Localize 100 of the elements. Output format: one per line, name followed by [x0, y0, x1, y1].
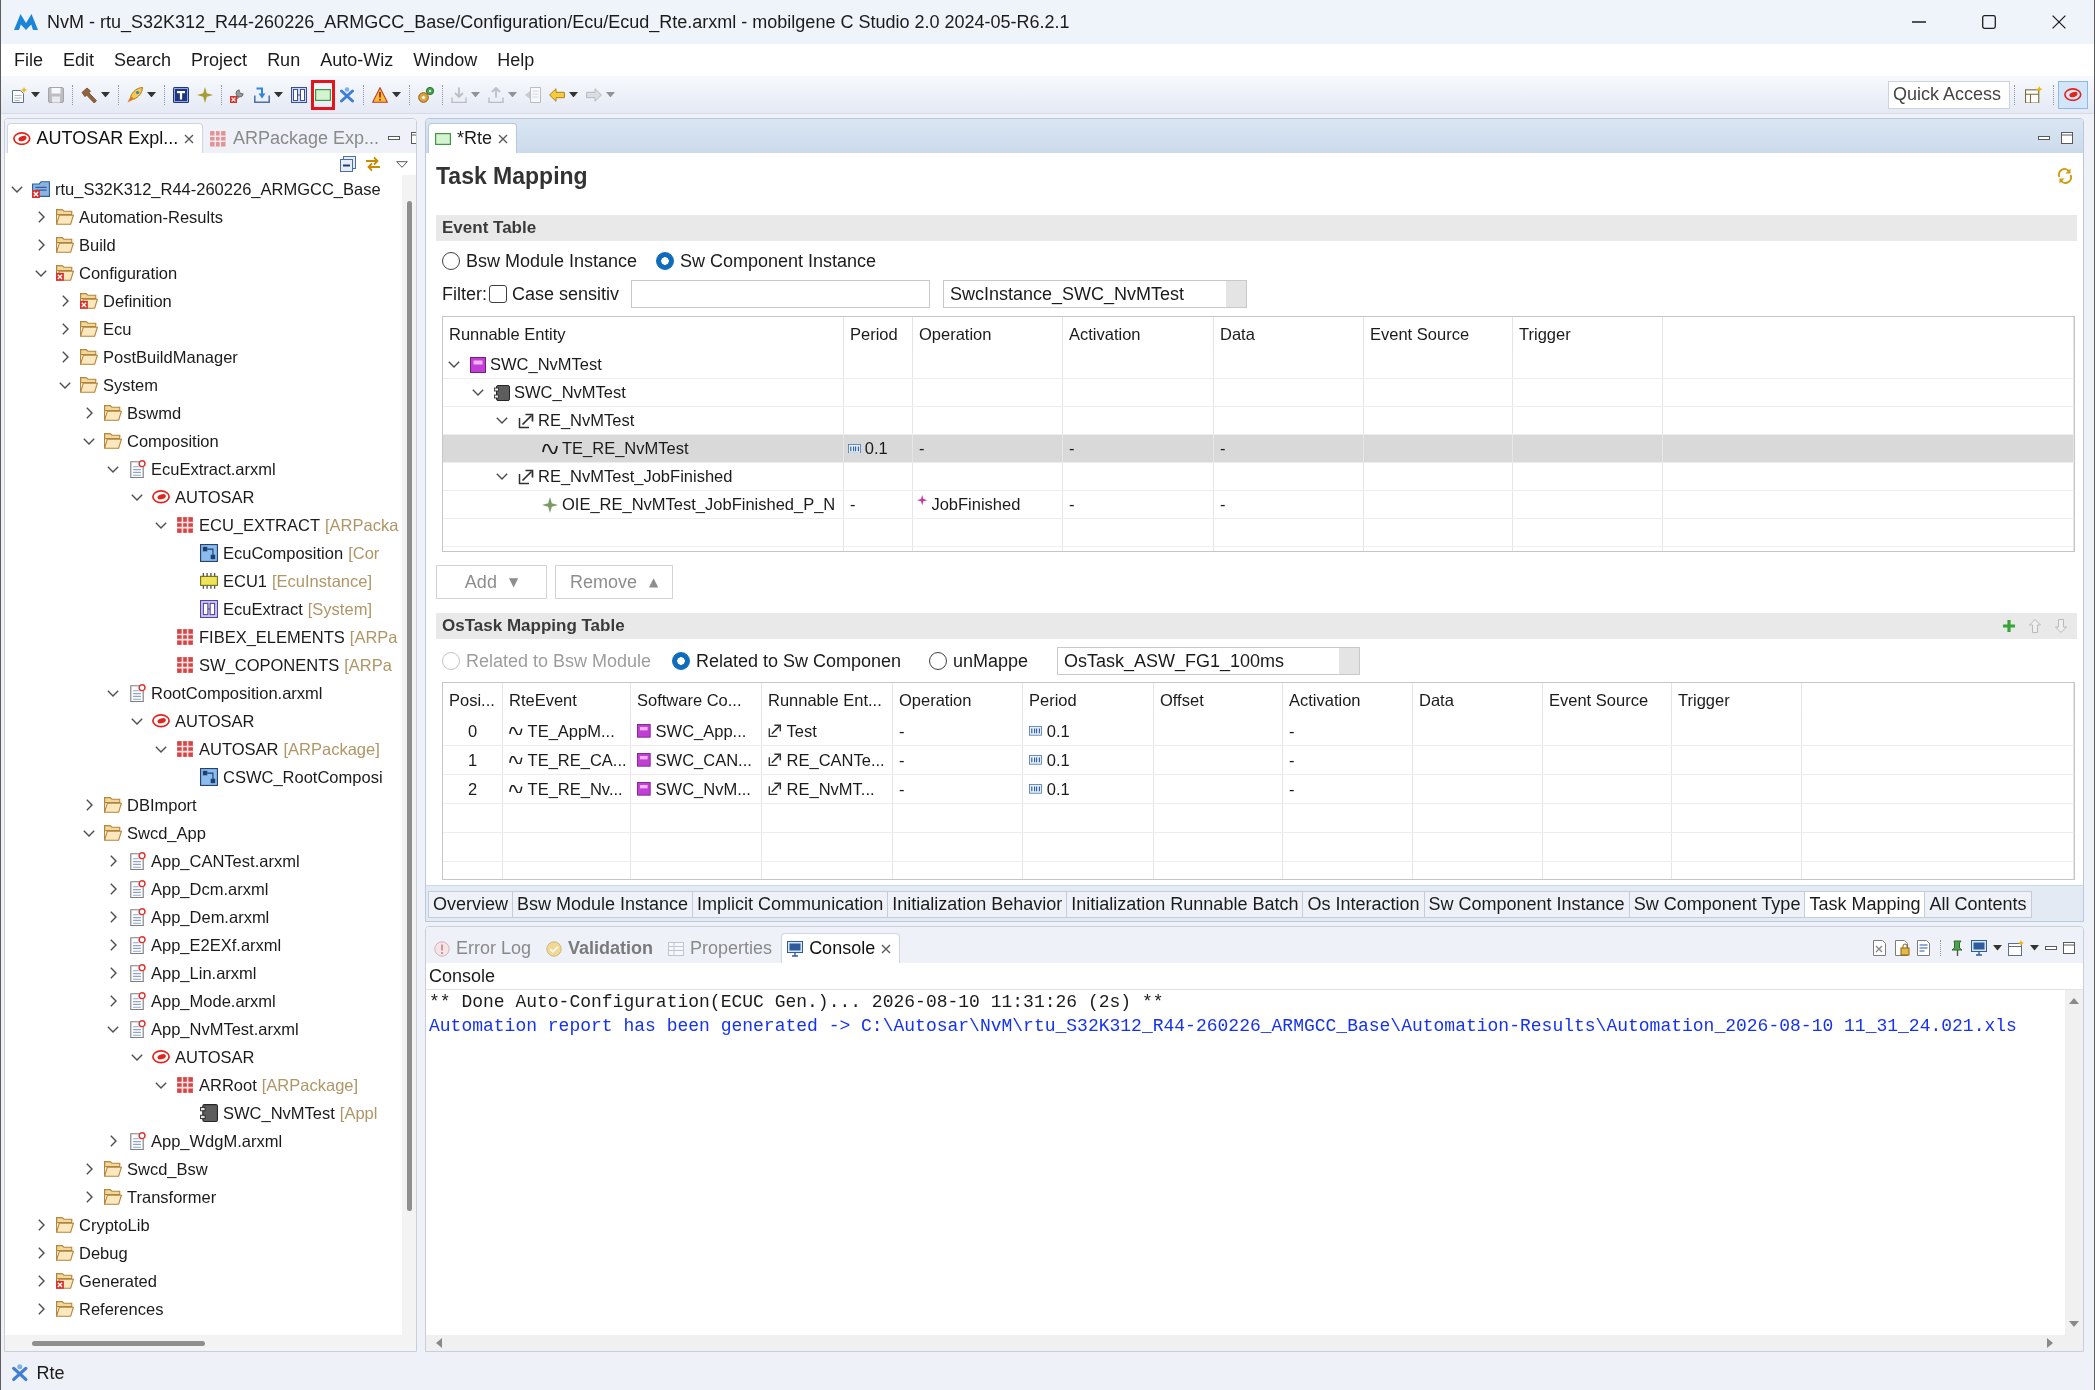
tree-item[interactable]: Ecu [80, 316, 132, 342]
tree-item[interactable]: AUTOSAR [ARPackage] [176, 736, 380, 762]
chevron-right-icon[interactable] [61, 351, 69, 363]
table-row[interactable]: SWC_NvMTest [443, 379, 2074, 407]
tree-item[interactable]: Swcd_App [104, 820, 206, 846]
tree-item[interactable]: App_Dcm.arxml [128, 876, 269, 902]
tree-item[interactable]: SW_COPONENTS [ARPa [176, 652, 392, 678]
page-lines-icon[interactable] [1916, 940, 1932, 956]
pin-icon[interactable] [1949, 940, 1965, 956]
chevron-down-icon[interactable] [83, 437, 95, 445]
chevron-down-icon[interactable] [496, 473, 508, 480]
scrollbar-thumb[interactable] [32, 1340, 205, 1346]
chevron-right-icon[interactable] [109, 939, 117, 951]
tree-item[interactable]: App_Mode.arxml [128, 988, 276, 1014]
tree-item[interactable]: App_WdgM.arxml [128, 1128, 283, 1154]
view-tab[interactable]: AUTOSAR Expl... [7, 123, 204, 153]
tree-item[interactable]: Generated [56, 1268, 157, 1294]
chevron-right-icon[interactable] [37, 211, 45, 223]
page-tab[interactable]: Sw Component Instance [1423, 891, 1630, 918]
chevron-down-icon[interactable] [107, 1025, 119, 1033]
chevron-down-icon[interactable] [131, 493, 143, 501]
chevron-down-icon[interactable] [155, 521, 167, 529]
chevron-right-icon[interactable] [85, 1163, 93, 1175]
scroll-down-icon[interactable] [2069, 1321, 2079, 1327]
minimize-icon[interactable] [2045, 946, 2057, 950]
menu-item[interactable]: Window [403, 46, 488, 74]
page-tab[interactable]: Initialization Behavior [887, 891, 1068, 918]
chevron-down-icon[interactable] [155, 1081, 167, 1089]
chevron-down-icon[interactable] [11, 185, 23, 193]
chevron-right-icon[interactable] [109, 883, 117, 895]
chevron-right-icon[interactable] [85, 1191, 93, 1203]
caret-icon[interactable] [1993, 945, 2002, 951]
chevron-right-icon[interactable] [85, 799, 93, 811]
tree-item[interactable]: ARRoot [ARPackage] [176, 1072, 359, 1098]
tree-item[interactable]: ECU1 [EcuInstance] [200, 568, 372, 594]
tree-item[interactable]: Build [56, 232, 116, 258]
menu-item[interactable]: Run [257, 46, 311, 74]
chevron-right-icon[interactable] [109, 855, 117, 867]
scroll-left-icon[interactable] [436, 1338, 442, 1348]
tree-item[interactable]: Automation-Results [56, 204, 223, 230]
task-combo[interactable]: OsTask_ASW_FG1_100ms [1057, 647, 1360, 675]
chevron-down-icon[interactable] [131, 1053, 143, 1061]
view-tab[interactable]: Console [781, 933, 901, 963]
tree-item[interactable]: App_CANTest.arxml [128, 848, 300, 874]
page-tab[interactable]: Implicit Communication [692, 891, 889, 918]
page-tab[interactable]: Bsw Module Instance [512, 891, 694, 918]
checkbox[interactable] [489, 285, 507, 303]
minimize-icon[interactable] [2038, 136, 2050, 140]
tree-item[interactable]: Composition [104, 428, 219, 454]
close-icon[interactable] [881, 943, 892, 954]
menu-caret-icon[interactable] [396, 160, 408, 168]
view-tab[interactable]: Validation [540, 933, 663, 963]
chevron-right-icon[interactable] [61, 323, 69, 335]
tree-item[interactable]: References [56, 1296, 164, 1322]
table-row[interactable]: OIE_RE_NvMTest_JobFinished_P_N - JobFinished - - [443, 491, 2074, 519]
chevron-down-icon[interactable] [472, 389, 484, 396]
chevron-down-icon[interactable] [107, 465, 119, 473]
chevron-right-icon[interactable] [37, 1275, 45, 1287]
perspective-button[interactable] [2058, 80, 2088, 109]
table-row[interactable]: RE_NvMTest_JobFinished [443, 463, 2074, 491]
scroll-up-icon[interactable] [2069, 998, 2079, 1004]
link-arrows-icon[interactable] [365, 156, 381, 172]
table-row[interactable]: 0 TE_AppM... SWC_App... Test - 0.1 - [443, 717, 2074, 746]
chevron-down-icon[interactable] [155, 745, 167, 753]
table-row[interactable]: TE_RE_NvMTest 0.1 - - - [443, 435, 2074, 463]
chevron-right-icon[interactable] [109, 911, 117, 923]
tree-item[interactable]: FIBEX_ELEMENTS [ARPa [176, 624, 398, 650]
tree-item[interactable]: App_E2EXf.arxml [128, 932, 282, 958]
page-x-icon[interactable] [1872, 940, 1888, 956]
filter-field[interactable] [631, 280, 930, 308]
minimize-icon[interactable] [388, 136, 400, 140]
scrollbar[interactable] [402, 175, 416, 1335]
tree-item[interactable]: App_Lin.arxml [128, 960, 257, 986]
tree-item[interactable]: AUTOSAR [152, 708, 255, 734]
tree-item[interactable]: ECU_EXTRACT [ARPacka [176, 512, 399, 538]
tree-item[interactable]: App_Dem.arxml [128, 904, 270, 930]
tree-item[interactable]: Configuration [56, 260, 178, 286]
page-tab[interactable]: All Contents [1924, 891, 2032, 918]
caret-icon[interactable] [2030, 945, 2039, 951]
page-tab[interactable]: Overview [428, 891, 513, 918]
chevron-right-icon[interactable] [37, 1303, 45, 1315]
menu-item[interactable]: Auto-Wiz [310, 46, 404, 74]
close-icon[interactable] [498, 133, 508, 144]
tree-item[interactable]: Debug [56, 1240, 128, 1266]
tree-item[interactable]: Swcd_Bsw [104, 1156, 208, 1182]
menu-item[interactable]: Edit [53, 46, 105, 74]
menu-item[interactable]: Search [104, 46, 182, 74]
table-row[interactable]: RE_NvMTest [443, 407, 2074, 435]
page-lock-icon[interactable] [1894, 940, 1910, 956]
tree-item[interactable]: Transformer [104, 1184, 217, 1210]
tree-item[interactable]: EcuExtract [System] [200, 596, 372, 622]
menu-item[interactable]: File [4, 46, 53, 74]
page-tab[interactable]: Initialization Runnable Batch [1066, 891, 1304, 918]
menu-item[interactable]: Project [181, 46, 258, 74]
tree-item[interactable]: CSWC_RootComposi [200, 764, 383, 790]
tree-item[interactable]: EcuComposition [Cor [200, 540, 380, 566]
tree-item[interactable]: AUTOSAR [152, 1044, 255, 1070]
scroll-right-icon[interactable] [2047, 1338, 2053, 1348]
chevron-down-icon[interactable] [35, 269, 47, 277]
chevron-right-icon[interactable] [37, 1247, 45, 1259]
